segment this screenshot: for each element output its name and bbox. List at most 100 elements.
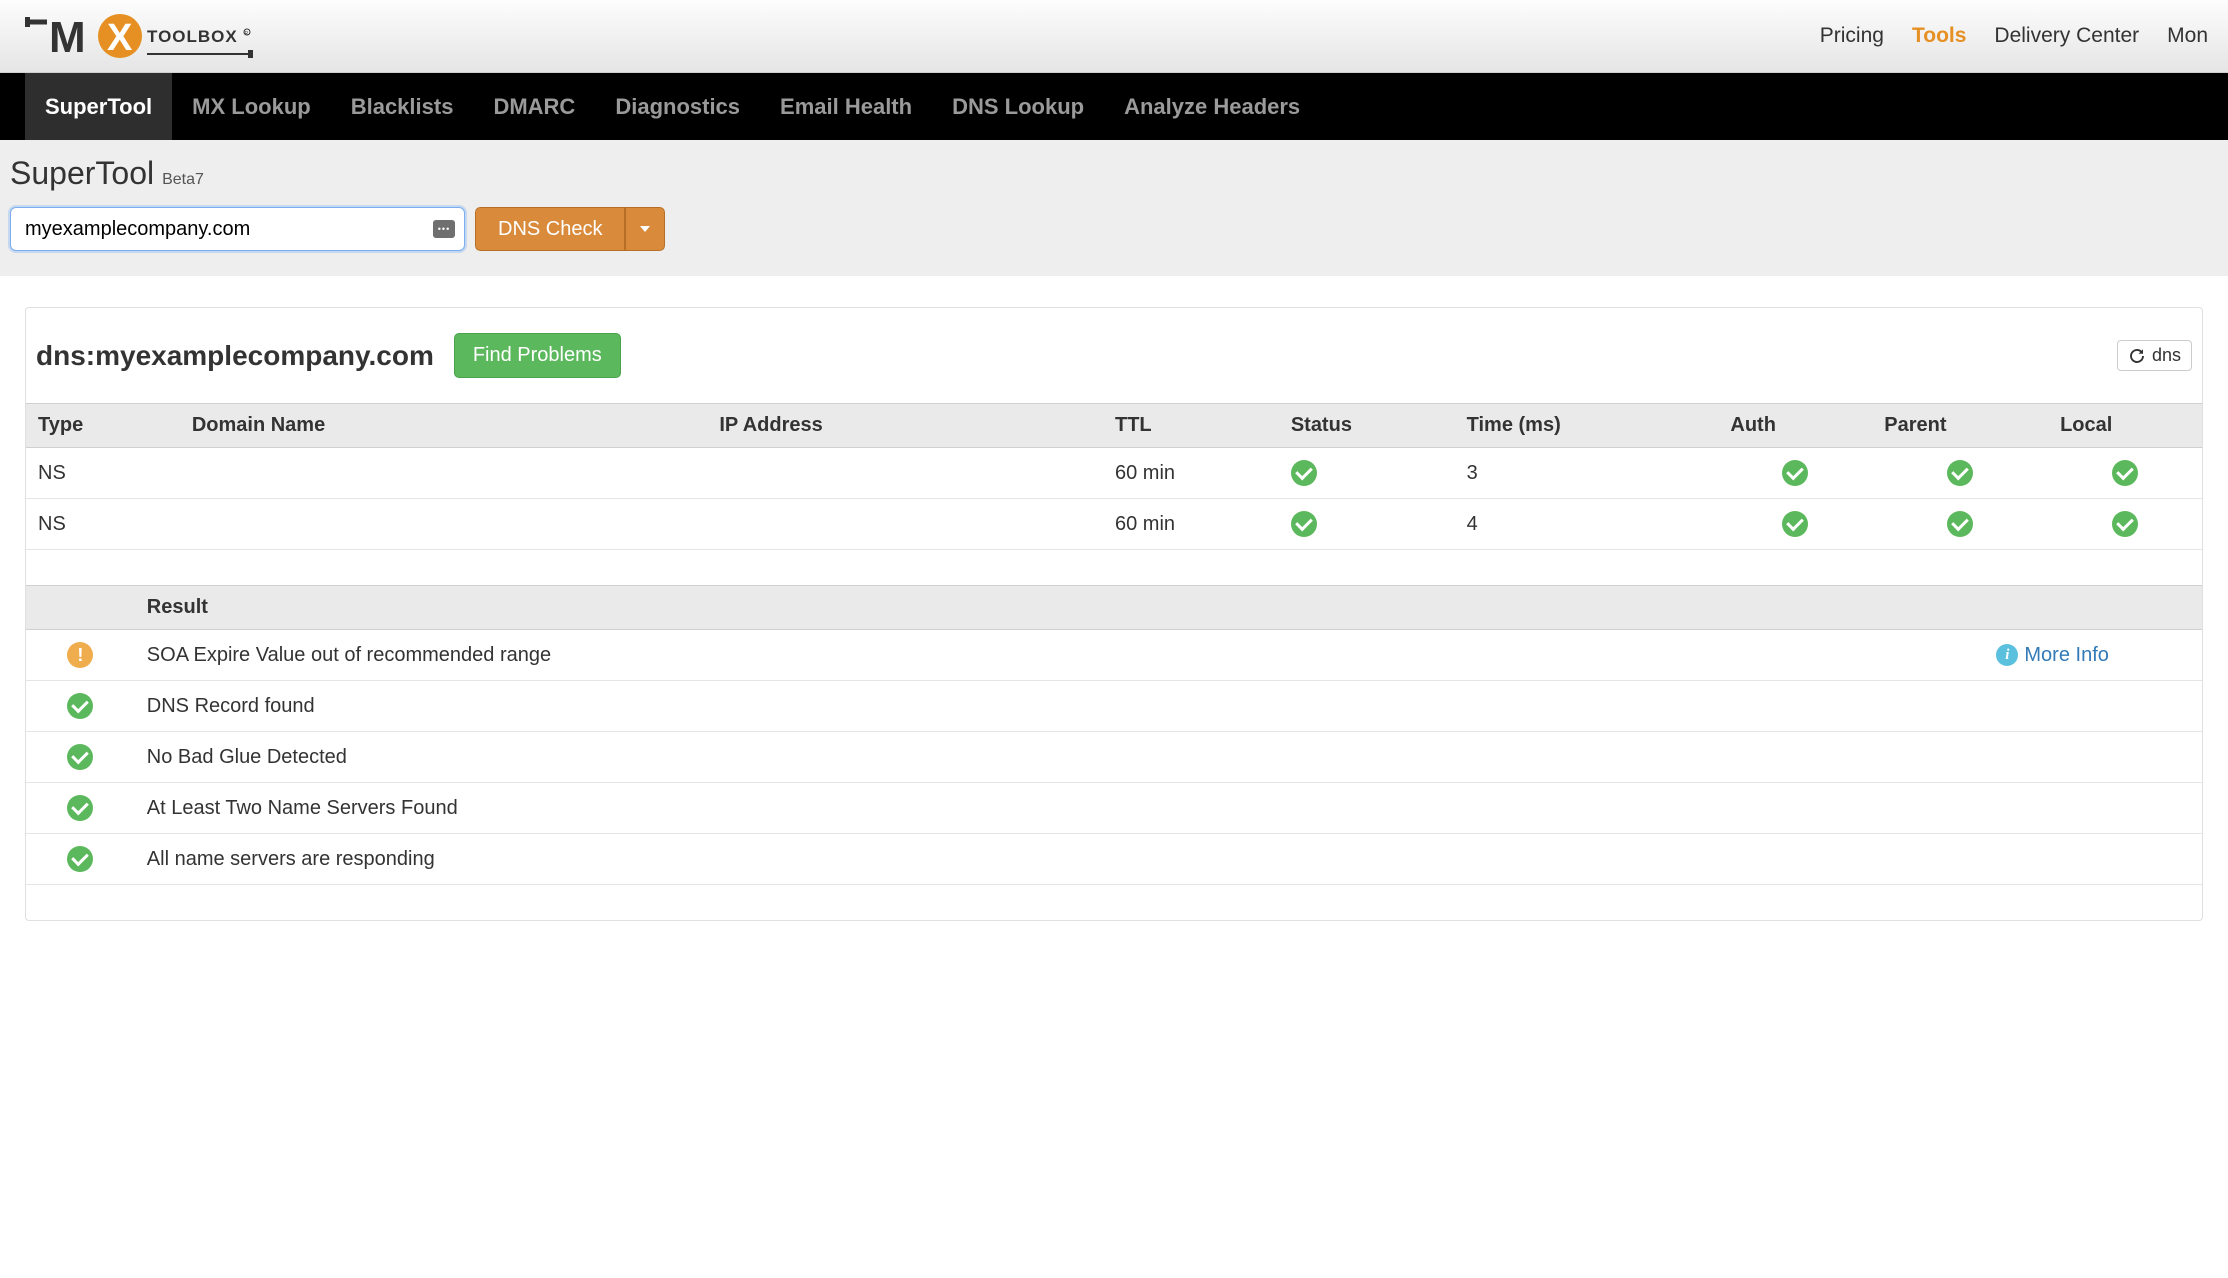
refresh-dns-button[interactable]: dns	[2117, 340, 2192, 371]
th-result: Result	[135, 586, 1985, 630]
table-row: NS 60 min 4	[26, 499, 2202, 550]
nav-pricing[interactable]: Pricing	[1820, 24, 1884, 48]
tab-blacklists[interactable]: Blacklists	[331, 73, 474, 140]
svg-text:TOOLBOX: TOOLBOX	[147, 27, 238, 46]
check-icon	[67, 795, 93, 821]
cell-result-text: DNS Record found	[135, 681, 1985, 732]
check-icon	[1947, 511, 1973, 537]
cell-time: 4	[1455, 499, 1719, 550]
cell-more	[1984, 681, 2202, 732]
nav-more[interactable]: Mon	[2167, 24, 2208, 48]
th-domain: Domain Name	[180, 404, 708, 448]
table-row: SOA Expire Value out of recommended rang…	[26, 630, 2202, 681]
th-ttl: TTL	[1103, 404, 1279, 448]
dns-check-button[interactable]: DNS Check	[475, 207, 625, 251]
th-parent: Parent	[1872, 404, 2048, 448]
check-icon	[2112, 511, 2138, 537]
cell-type: NS	[26, 448, 180, 499]
tab-mx-lookup[interactable]: MX Lookup	[172, 73, 331, 140]
th-auth: Auth	[1718, 404, 1872, 448]
result-header: dns:myexamplecompany.com Find Problems d…	[26, 333, 2202, 403]
warning-icon	[67, 642, 93, 668]
nav-tools[interactable]: Tools	[1912, 24, 1966, 48]
svg-text:R: R	[245, 31, 249, 37]
tool-title-row: SuperTool Beta7	[10, 155, 2218, 192]
cell-local	[2048, 448, 2202, 499]
cell-ip	[707, 448, 1103, 499]
results-card: dns:myexamplecompany.com Find Problems d…	[25, 307, 2203, 921]
find-problems-button[interactable]: Find Problems	[454, 333, 621, 378]
check-icon	[67, 744, 93, 770]
table-row: At Least Two Name Servers Found	[26, 783, 2202, 834]
action-button-group: DNS Check	[475, 207, 665, 251]
cell-status	[26, 834, 135, 885]
th-status: Status	[1279, 404, 1455, 448]
table-row: NS 60 min 3	[26, 448, 2202, 499]
records-table: Type Domain Name IP Address TTL Status T…	[26, 403, 2202, 550]
input-row: ••• DNS Check	[10, 207, 2218, 251]
results-wrap: dns:myexamplecompany.com Find Problems d…	[0, 277, 2228, 951]
th-action	[1984, 586, 2202, 630]
domain-input[interactable]	[10, 207, 465, 251]
beta-label: Beta7	[162, 171, 204, 189]
cell-status	[26, 681, 135, 732]
mxtoolbox-logo-icon: M X TOOLBOX R	[25, 10, 255, 62]
cell-parent	[1872, 499, 2048, 550]
cell-result-text: SOA Expire Value out of recommended rang…	[135, 630, 1985, 681]
tab-analyze-headers[interactable]: Analyze Headers	[1104, 73, 1320, 140]
cell-status	[26, 732, 135, 783]
result-table: Result SOA Expire Value out of recommend…	[26, 585, 2202, 885]
cell-status	[1279, 499, 1455, 550]
cell-result-text: At Least Two Name Servers Found	[135, 783, 1985, 834]
cell-status	[1279, 448, 1455, 499]
cell-ip	[707, 499, 1103, 550]
tab-supertool[interactable]: SuperTool	[25, 73, 172, 140]
check-icon	[1291, 460, 1317, 486]
tab-email-health[interactable]: Email Health	[760, 73, 932, 140]
top-nav: Pricing Tools Delivery Center Mon	[1820, 24, 2208, 48]
cell-ttl: 60 min	[1103, 499, 1279, 550]
cell-local	[2048, 499, 2202, 550]
tab-dns-lookup[interactable]: DNS Lookup	[932, 73, 1104, 140]
tab-diagnostics[interactable]: Diagnostics	[595, 73, 760, 140]
cell-ttl: 60 min	[1103, 448, 1279, 499]
cell-more	[1984, 834, 2202, 885]
check-icon	[1782, 460, 1808, 486]
svg-text:X: X	[107, 17, 133, 59]
check-icon	[67, 693, 93, 719]
th-blank	[26, 586, 135, 630]
cell-type: NS	[26, 499, 180, 550]
cell-result-text: All name servers are responding	[135, 834, 1985, 885]
cell-status	[26, 783, 135, 834]
action-dropdown-button[interactable]	[625, 207, 665, 251]
cell-result-text: No Bad Glue Detected	[135, 732, 1985, 783]
cell-domain	[180, 499, 708, 550]
cell-time: 3	[1455, 448, 1719, 499]
cell-more: More Info	[1984, 630, 2202, 681]
check-icon	[1782, 511, 1808, 537]
refresh-icon	[2128, 347, 2146, 365]
top-header: M X TOOLBOX R Pricing Tools Delivery Cen…	[0, 0, 2228, 73]
check-icon	[2112, 460, 2138, 486]
th-local: Local	[2048, 404, 2202, 448]
input-options-icon[interactable]: •••	[433, 220, 455, 238]
info-icon	[1996, 644, 2018, 666]
th-type: Type	[26, 404, 180, 448]
cell-more	[1984, 732, 2202, 783]
result-title: dns:myexamplecompany.com	[36, 340, 434, 372]
check-icon	[1291, 511, 1317, 537]
nav-delivery-center[interactable]: Delivery Center	[1994, 24, 2139, 48]
tab-dmarc[interactable]: DMARC	[473, 73, 595, 140]
cell-parent	[1872, 448, 2048, 499]
tool-title: SuperTool	[10, 155, 154, 192]
th-time: Time (ms)	[1455, 404, 1719, 448]
check-icon	[67, 846, 93, 872]
cell-auth	[1718, 499, 1872, 550]
table-row: All name servers are responding	[26, 834, 2202, 885]
more-info-link[interactable]: More Info	[2024, 644, 2108, 666]
tool-tabs: SuperTool MX Lookup Blacklists DMARC Dia…	[0, 73, 2228, 140]
domain-input-wrap: •••	[10, 207, 465, 251]
logo[interactable]: M X TOOLBOX R	[25, 10, 255, 62]
cell-auth	[1718, 448, 1872, 499]
cell-more	[1984, 783, 2202, 834]
